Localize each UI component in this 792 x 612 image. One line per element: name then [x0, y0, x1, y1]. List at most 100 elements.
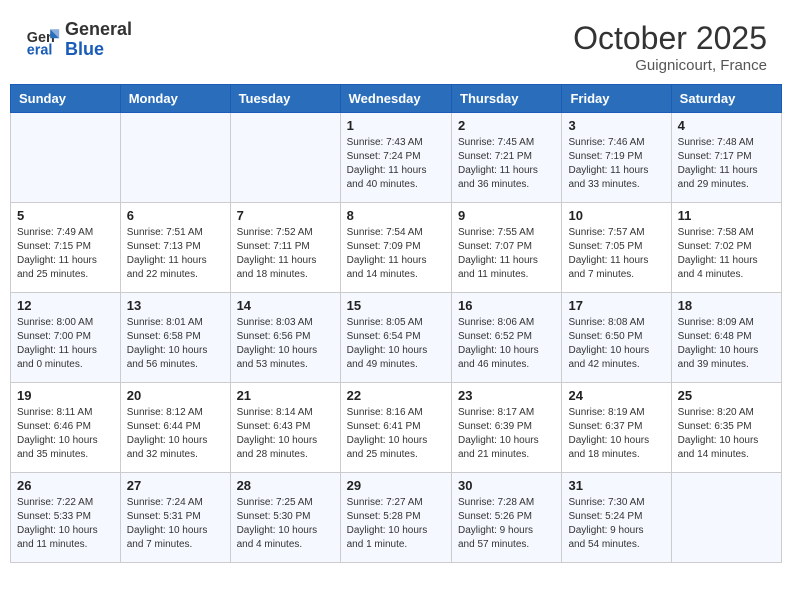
day-info: Sunrise: 7:48 AM Sunset: 7:17 PM Dayligh…	[678, 136, 775, 192]
day-cell-19: 19 Sunrise: 8:11 AM Sunset: 6:46 PM Dayli…	[11, 383, 121, 473]
day-info: Sunrise: 8:03 AM Sunset: 6:56 PM Dayligh…	[237, 316, 334, 372]
day-cell-29: 29Sunrise: 7:27 AM Sunset: 5:28 PM Dayli…	[340, 473, 451, 563]
day-cell-20: 20Sunrise: 8:12 AM Sunset: 6:44 PM Dayli…	[120, 383, 230, 473]
day-info: Sunrise: 8:01 AM Sunset: 6:58 PM Dayligh…	[127, 316, 224, 372]
day-number: 12	[17, 298, 114, 313]
day-number: 19	[17, 388, 114, 403]
day-number: 14	[237, 298, 334, 313]
day-cell-26: 26Sunrise: 7:22 AM Sunset: 5:33 PM Dayli…	[11, 473, 121, 563]
day-cell-10: 10 Sunrise: 7:57 AM Sunset: 7:05 PM Dayli…	[562, 203, 671, 293]
day-number: 20	[127, 388, 224, 403]
day-cell-18: 18 Sunrise: 8:09 AM Sunset: 6:48 PM Dayli…	[671, 293, 781, 383]
day-cell-21: 21 Sunrise: 8:14 AM Sunset: 6:43 PM Dayli…	[230, 383, 340, 473]
day-cell-23: 23 Sunrise: 8:17 AM Sunset: 6:39 PM Dayli…	[452, 383, 562, 473]
day-number: 23	[458, 388, 555, 403]
day-number: 27	[127, 478, 224, 493]
weekday-header-thursday: Thursday	[452, 85, 562, 113]
day-number: 21	[237, 388, 334, 403]
day-cell-27: 27Sunrise: 7:24 AM Sunset: 5:31 PM Dayli…	[120, 473, 230, 563]
day-number: 22	[347, 388, 445, 403]
day-info: Sunrise: 7:46 AM Sunset: 7:19 PM Dayligh…	[568, 136, 664, 192]
day-info: Sunrise: 8:16 AM Sunset: 6:41 PM Dayligh…	[347, 406, 445, 462]
weekday-header-sunday: Sunday	[11, 85, 121, 113]
logo-text: General Blue	[65, 20, 132, 60]
day-info: Sunrise: 7:45 AM Sunset: 7:21 PM Dayligh…	[458, 136, 555, 192]
day-number: 26	[17, 478, 114, 493]
day-number: 16	[458, 298, 555, 313]
day-number: 5	[17, 208, 114, 223]
day-info: Sunrise: 7:28 AM Sunset: 5:26 PM Dayligh…	[458, 496, 555, 552]
day-info: Sunrise: 8:09 AM Sunset: 6:48 PM Dayligh…	[678, 316, 775, 372]
day-info: Sunrise: 7:25 AM Sunset: 5:30 PM Dayligh…	[237, 496, 334, 552]
day-info: Sunrise: 7:57 AM Sunset: 7:05 PM Dayligh…	[568, 226, 664, 282]
weekday-header-saturday: Saturday	[671, 85, 781, 113]
day-cell-11: 11 Sunrise: 7:58 AM Sunset: 7:02 PM Dayli…	[671, 203, 781, 293]
day-cell-22: 22 Sunrise: 8:16 AM Sunset: 6:41 PM Dayli…	[340, 383, 451, 473]
week-row-2: 5 Sunrise: 7:49 AM Sunset: 7:15 PM Daylig…	[11, 203, 782, 293]
day-cell-25: 25 Sunrise: 8:20 AM Sunset: 6:35 PM Dayli…	[671, 383, 781, 473]
day-cell-3: 3Sunrise: 7:46 AM Sunset: 7:19 PM Daylig…	[562, 113, 671, 203]
day-number: 18	[678, 298, 775, 313]
day-cell-24: 24Sunrise: 8:19 AM Sunset: 6:37 PM Dayli…	[562, 383, 671, 473]
day-info: Sunrise: 7:58 AM Sunset: 7:02 PM Dayligh…	[678, 226, 775, 282]
day-number: 8	[347, 208, 445, 223]
empty-cell	[11, 113, 121, 203]
calendar-table: SundayMondayTuesdayWednesdayThursdayFrid…	[10, 84, 782, 563]
day-info: Sunrise: 7:55 AM Sunset: 7:07 PM Dayligh…	[458, 226, 555, 282]
day-cell-1: 1Sunrise: 7:43 AM Sunset: 7:24 PM Daylig…	[340, 113, 451, 203]
day-info: Sunrise: 7:27 AM Sunset: 5:28 PM Dayligh…	[347, 496, 445, 552]
day-info: Sunrise: 7:54 AM Sunset: 7:09 PM Dayligh…	[347, 226, 445, 282]
empty-cell	[230, 113, 340, 203]
day-number: 17	[568, 298, 664, 313]
day-number: 1	[347, 118, 445, 133]
logo-icon: Gen eral	[25, 22, 61, 58]
day-info: Sunrise: 8:08 AM Sunset: 6:50 PM Dayligh…	[568, 316, 664, 372]
day-number: 15	[347, 298, 445, 313]
location: Guignicourt, France	[573, 57, 767, 74]
logo-line2: Blue	[65, 40, 132, 60]
day-cell-12: 12Sunrise: 8:00 AM Sunset: 7:00 PM Dayli…	[11, 293, 121, 383]
month-year: October 2025	[573, 20, 767, 57]
day-info: Sunrise: 8:05 AM Sunset: 6:54 PM Dayligh…	[347, 316, 445, 372]
day-number: 30	[458, 478, 555, 493]
weekday-header-monday: Monday	[120, 85, 230, 113]
day-cell-8: 8 Sunrise: 7:54 AM Sunset: 7:09 PM Daylig…	[340, 203, 451, 293]
day-cell-2: 2Sunrise: 7:45 AM Sunset: 7:21 PM Daylig…	[452, 113, 562, 203]
day-info: Sunrise: 8:06 AM Sunset: 6:52 PM Dayligh…	[458, 316, 555, 372]
day-info: Sunrise: 8:19 AM Sunset: 6:37 PM Dayligh…	[568, 406, 664, 462]
day-cell-30: 30 Sunrise: 7:28 AM Sunset: 5:26 PM Dayli…	[452, 473, 562, 563]
day-number: 4	[678, 118, 775, 133]
day-info: Sunrise: 8:17 AM Sunset: 6:39 PM Dayligh…	[458, 406, 555, 462]
day-number: 25	[678, 388, 775, 403]
empty-cell	[671, 473, 781, 563]
day-info: Sunrise: 7:51 AM Sunset: 7:13 PM Dayligh…	[127, 226, 224, 282]
week-row-4: 19 Sunrise: 8:11 AM Sunset: 6:46 PM Dayli…	[11, 383, 782, 473]
day-number: 7	[237, 208, 334, 223]
day-number: 9	[458, 208, 555, 223]
day-cell-13: 13Sunrise: 8:01 AM Sunset: 6:58 PM Dayli…	[120, 293, 230, 383]
week-row-3: 12Sunrise: 8:00 AM Sunset: 7:00 PM Dayli…	[11, 293, 782, 383]
week-row-1: 1Sunrise: 7:43 AM Sunset: 7:24 PM Daylig…	[11, 113, 782, 203]
day-cell-6: 6 Sunrise: 7:51 AM Sunset: 7:13 PM Daylig…	[120, 203, 230, 293]
logo: Gen eral General Blue	[25, 20, 132, 60]
day-info: Sunrise: 8:20 AM Sunset: 6:35 PM Dayligh…	[678, 406, 775, 462]
weekday-header-tuesday: Tuesday	[230, 85, 340, 113]
day-cell-17: 17 Sunrise: 8:08 AM Sunset: 6:50 PM Dayli…	[562, 293, 671, 383]
day-info: Sunrise: 7:49 AM Sunset: 7:15 PM Dayligh…	[17, 226, 114, 282]
day-number: 10	[568, 208, 664, 223]
day-cell-7: 7 Sunrise: 7:52 AM Sunset: 7:11 PM Daylig…	[230, 203, 340, 293]
svg-text:eral: eral	[27, 42, 53, 58]
day-info: Sunrise: 7:52 AM Sunset: 7:11 PM Dayligh…	[237, 226, 334, 282]
day-cell-15: 15 Sunrise: 8:05 AM Sunset: 6:54 PM Dayli…	[340, 293, 451, 383]
day-info: Sunrise: 7:30 AM Sunset: 5:24 PM Dayligh…	[568, 496, 664, 552]
day-info: Sunrise: 8:14 AM Sunset: 6:43 PM Dayligh…	[237, 406, 334, 462]
day-number: 28	[237, 478, 334, 493]
day-number: 11	[678, 208, 775, 223]
day-info: Sunrise: 8:11 AM Sunset: 6:46 PM Dayligh…	[17, 406, 114, 462]
day-cell-5: 5 Sunrise: 7:49 AM Sunset: 7:15 PM Daylig…	[11, 203, 121, 293]
day-cell-14: 14 Sunrise: 8:03 AM Sunset: 6:56 PM Dayli…	[230, 293, 340, 383]
weekday-header-row: SundayMondayTuesdayWednesdayThursdayFrid…	[11, 85, 782, 113]
day-cell-16: 16 Sunrise: 8:06 AM Sunset: 6:52 PM Dayli…	[452, 293, 562, 383]
empty-cell	[120, 113, 230, 203]
day-number: 6	[127, 208, 224, 223]
